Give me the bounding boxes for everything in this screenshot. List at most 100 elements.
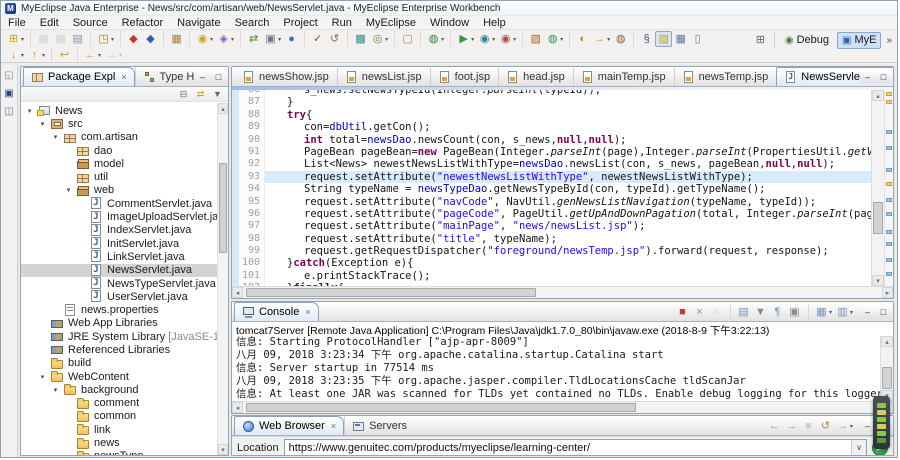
prev-annotation-button[interactable]: ↑ ▾ xyxy=(26,47,47,63)
perspective-overflow-chevron[interactable]: » xyxy=(884,35,894,46)
editor-tab-newsshow-jsp[interactable]: newsShow.jsp xyxy=(234,67,337,86)
maximize-view-button[interactable]: □ xyxy=(211,70,226,83)
expand-arrow-icon[interactable]: ▾ xyxy=(51,386,60,394)
word-wrap-button[interactable]: ¶ xyxy=(769,304,786,320)
tree-item-common[interactable]: common xyxy=(21,410,217,423)
report-wizard-button[interactable]: ◎ ▾ xyxy=(369,31,390,47)
dropdown-arrow-icon[interactable]: ▾ xyxy=(119,52,122,59)
tree-item-background[interactable]: ▾ background xyxy=(21,383,217,396)
code-line-98[interactable]: 98 request.setAttribute("title", typeName… xyxy=(232,232,871,246)
code-line-96[interactable]: 96 request.setAttribute("pageCode", PageU… xyxy=(232,207,871,221)
new-web-project-button[interactable]: ◳ ▾ xyxy=(95,31,116,47)
dropdown-arrow-icon[interactable]: ▾ xyxy=(829,309,832,316)
tree-item-news[interactable]: ▾ News xyxy=(21,104,217,117)
tree-item-util[interactable]: util xyxy=(21,170,217,183)
tree-item-dao[interactable]: dao xyxy=(21,144,217,157)
tree-item-webcontent[interactable]: ▾ WebContent xyxy=(21,370,217,383)
dropdown-arrow-icon[interactable]: ▾ xyxy=(210,36,213,43)
code-editor[interactable]: 86s_news.setNewsTypeId(Integer.parseInt(… xyxy=(232,90,893,286)
minimize-view-button[interactable]: – xyxy=(195,70,210,83)
annotation-mark[interactable] xyxy=(886,230,892,234)
dropdown-arrow-icon[interactable]: ▾ xyxy=(560,36,563,43)
tree-item-com-artisan[interactable]: ▾ com.artisan xyxy=(21,131,217,144)
scroll-right-icon[interactable]: ▸ xyxy=(882,287,893,298)
tree-item-model[interactable]: model xyxy=(21,157,217,170)
close-icon[interactable]: × xyxy=(329,421,336,431)
menu-file[interactable]: File xyxy=(1,16,33,29)
close-icon[interactable]: × xyxy=(119,72,126,82)
editor-horizontal-scrollbar[interactable]: ◂ ▸ xyxy=(232,286,893,298)
menu-search[interactable]: Search xyxy=(228,16,277,29)
link-with-editor-button[interactable]: ⇄ xyxy=(193,88,208,101)
clear-console-button[interactable]: ▤ xyxy=(735,304,752,320)
dropdown-arrow-icon[interactable]: ▾ xyxy=(21,36,24,43)
restore-view-button[interactable]: ◱ xyxy=(2,68,16,82)
tree-item-newstypeservlet-java[interactable]: NewsTypeServlet.java xyxy=(21,277,217,290)
code-line-99[interactable]: 99 request.getRequestDispatcher("foregrou… xyxy=(232,245,871,258)
tree-item-src[interactable]: ▾ src xyxy=(21,117,217,130)
annotation-mark[interactable] xyxy=(886,130,892,134)
annotation-mark[interactable] xyxy=(886,272,892,276)
annotation-mark[interactable] xyxy=(886,182,892,186)
scroll-down-icon[interactable]: ▾ xyxy=(872,275,884,286)
new-report-button[interactable]: ▩ xyxy=(352,31,369,47)
debug-config-button[interactable]: ◉ ▾ xyxy=(497,31,518,47)
code-line-91[interactable]: 91 PageBean pageBean=new PageBean(Integer… xyxy=(232,145,871,159)
scroll-left-icon[interactable]: ◂ xyxy=(232,402,243,413)
deploy-project-button[interactable]: ⇄ xyxy=(245,31,262,47)
menu-refactor[interactable]: Refactor xyxy=(115,16,171,29)
myeclipse-explorer-button[interactable]: ▣ xyxy=(2,86,16,100)
ime-overlay-widget[interactable] xyxy=(873,396,890,449)
new-package-button[interactable]: ◈ ▾ xyxy=(215,31,236,47)
menu-edit[interactable]: Edit xyxy=(33,16,66,29)
editor-tab-maintemp-jsp[interactable]: mainTemp.jsp xyxy=(572,67,674,86)
scroll-down-icon[interactable]: ▾ xyxy=(218,444,228,455)
tree-scrollbar-thumb[interactable] xyxy=(219,163,227,253)
menu-navigate[interactable]: Navigate xyxy=(170,16,227,29)
tree-item-indexservlet-java[interactable]: IndexServlet.java xyxy=(21,223,217,237)
run-config-button[interactable]: ◉ ▾ xyxy=(476,31,497,47)
dropdown-arrow-icon[interactable]: ▾ xyxy=(231,36,234,43)
scroll-up-icon[interactable]: ▴ xyxy=(218,103,228,114)
tree-scrollbar[interactable]: ▴ ▾ xyxy=(217,103,228,455)
open-console-button[interactable]: ▥ ▾ xyxy=(834,304,855,320)
dropdown-arrow-icon[interactable]: ▾ xyxy=(471,36,474,43)
view-tab-console[interactable]: Console × xyxy=(234,302,319,321)
scroll-left-icon[interactable]: ◂ xyxy=(232,287,243,298)
collapse-all-button[interactable]: ⊟ xyxy=(176,88,191,101)
tree-item-link[interactable]: link xyxy=(21,423,217,436)
dropdown-arrow-icon[interactable]: ▾ xyxy=(441,36,444,43)
terminate-button[interactable]: ■ xyxy=(674,304,691,320)
new-class-button[interactable]: ◉ ▾ xyxy=(194,31,215,47)
tree-item-initservlet-java[interactable]: InitServlet.java xyxy=(21,237,217,250)
console-output-area[interactable]: 信息: Starting ProtocolHandler ["ajp-apr-8… xyxy=(232,336,893,401)
expand-arrow-icon[interactable]: ▾ xyxy=(51,133,60,141)
menu-myeclipse[interactable]: MyEclipse xyxy=(359,16,423,29)
minimize-console-button[interactable]: – xyxy=(860,305,875,318)
new-war-button[interactable]: ◆ xyxy=(142,31,159,47)
tree-item-build[interactable]: build xyxy=(21,357,217,370)
open-perspective-button[interactable]: ⊞ xyxy=(752,32,769,48)
tree-item-linkservlet-java[interactable]: LinkServlet.java xyxy=(21,250,217,263)
web-browser-button[interactable]: ● xyxy=(283,31,300,47)
new-ejb-project-button[interactable]: ◆ xyxy=(125,31,142,47)
tree-item-userservlet-java[interactable]: UserServlet.java xyxy=(21,290,217,303)
annotation-mark[interactable] xyxy=(886,168,892,172)
code-line-87[interactable]: 87} xyxy=(232,96,871,109)
code-line-94[interactable]: 94 String typeName = newsTypeDao.getNewsT… xyxy=(232,183,871,196)
location-dropdown-icon[interactable]: ∨ xyxy=(851,440,866,455)
tree-item-web[interactable]: ▾ web xyxy=(21,184,217,197)
tree-item-referenced-libraries[interactable]: Referenced Libraries xyxy=(21,343,217,356)
code-line-95[interactable]: 95 request.setAttribute("navCode", NavUti… xyxy=(232,195,871,208)
console-output-text[interactable]: 信息: Starting ProtocolHandler ["ajp-apr-8… xyxy=(232,336,880,401)
derby-button[interactable]: ◍ xyxy=(612,31,629,47)
view-tab-servers[interactable]: Servers xyxy=(344,416,415,435)
console-horizontal-scrollbar[interactable]: ◂ ▸ xyxy=(232,401,893,413)
code-line-93[interactable]: 93 request.setAttribute("newestNewsListWi… xyxy=(232,170,871,184)
code-line-88[interactable]: 88 try{ xyxy=(232,108,871,122)
browser-launch-button[interactable]: → ▾ xyxy=(834,418,855,434)
validate-button[interactable]: ✓ xyxy=(309,31,326,47)
dropdown-arrow-icon[interactable]: ▾ xyxy=(385,36,388,43)
remove-launch-button[interactable]: × xyxy=(691,304,708,320)
junit-button[interactable]: ◍ ▾ xyxy=(544,31,565,47)
